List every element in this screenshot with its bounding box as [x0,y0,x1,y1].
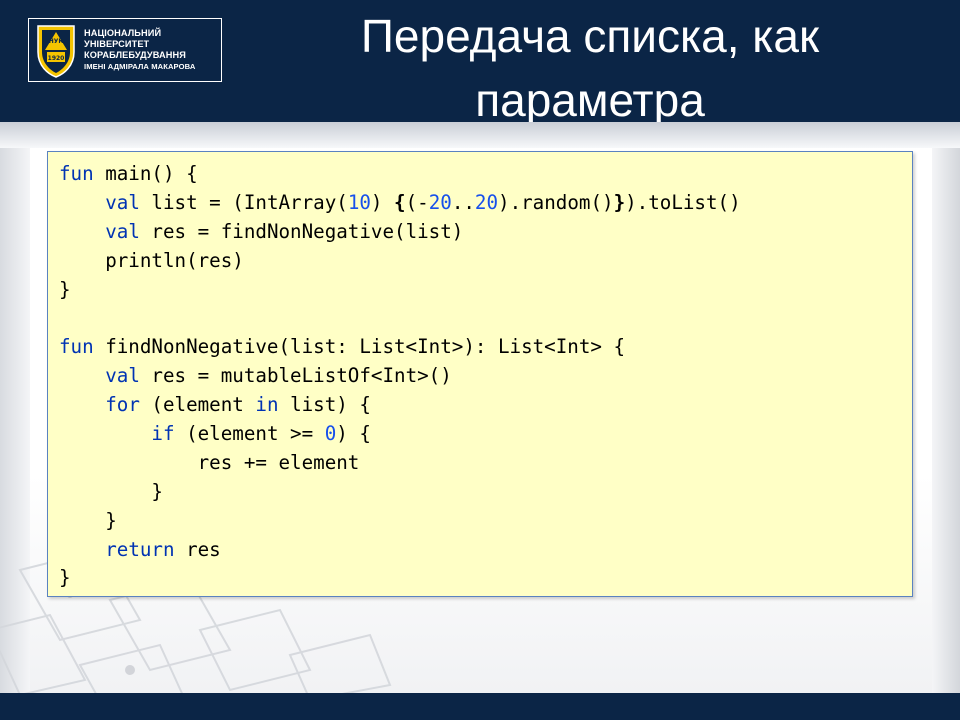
code-number: 10 [347,190,371,214]
slide-title-line-1: Передача списка, как [360,10,820,62]
code-token: (element [139,393,256,417]
code-line: for (element in list) { [59,391,741,420]
emblem-year: 1920 [48,55,65,62]
code-number: 20 [428,190,452,214]
kotlin-code: fun main() { val list = (IntArray(10) {(… [59,160,741,593]
code-token: } [59,479,163,503]
code-token: } [59,277,71,301]
code-line: val res = findNonNegative(list) [59,218,741,247]
code-token: (element >= [174,422,325,446]
code-line: val list = (IntArray(10) {(-20..20).rand… [59,189,741,218]
code-line: return res [59,536,741,565]
code-token: ) [370,190,395,214]
code-token: res = findNonNegative(list) [139,219,464,243]
code-number: 20 [474,190,499,214]
header-shadow [0,122,960,148]
code-line: } [59,564,741,593]
code-token: list) { [278,393,371,417]
code-keyword: val [105,190,140,214]
code-token: list = (IntArray( [139,190,348,214]
code-token: { [394,190,406,214]
right-side-decoration [932,148,960,693]
logo-text: НАЦІОНАЛЬНИЙ УНІВЕРСИТЕТ КОРАБЛЕБУДУВАНН… [84,28,195,72]
code-token: } [59,508,117,532]
logo-line-2: УНІВЕРСИТЕТ [84,39,150,49]
university-emblem-icon: НУК 1920 [37,25,75,78]
code-line: } [59,478,741,507]
code-token: } [613,190,626,214]
code-token: println(res) [59,248,244,272]
code-token: ).toList() [625,190,741,214]
logo-line-3: КОРАБЛЕБУДУВАННЯ [84,50,186,60]
slide-title: Передача списка, как параметра [240,4,940,132]
code-keyword: in [255,393,279,417]
code-number: 0 [324,422,337,446]
code-token: findNonNegative(list: List<Int>): List<I… [93,335,626,359]
code-keyword: if [151,422,175,446]
code-token: res += element [59,450,360,474]
code-line: if (element >= 0) { [59,420,741,449]
code-token: .. [451,190,475,214]
logo-line-4: ІМЕНІ АДМІРАЛА МАКАРОВА [84,62,196,71]
code-keyword: for [105,393,140,417]
university-logo: НУК 1920 НАЦІОНАЛЬНИЙ УНІВЕРСИТЕТ КОРАБЛ… [28,18,222,82]
code-line: val res = mutableListOf<Int>() [59,362,741,391]
code-line: res += element [59,449,741,478]
code-keyword: fun [59,162,94,185]
code-token: res = mutableListOf<Int>() [139,364,452,388]
code-token: ) { [336,422,371,446]
code-line: fun main() { [59,160,741,189]
code-line: println(res) [59,247,741,276]
slide-footer [0,693,960,720]
code-keyword: val [105,364,140,388]
slide-header: НУК 1920 НАЦІОНАЛЬНИЙ УНІВЕРСИТЕТ КОРАБЛ… [0,0,960,126]
code-block: fun main() { val list = (IntArray(10) {(… [47,151,913,597]
emblem-text: НУК [49,38,64,45]
code-keyword: fun [59,335,94,359]
code-token: ).random() [498,190,614,214]
code-line: } [59,276,741,305]
code-keyword: return [105,537,175,561]
code-line: } [59,507,741,536]
code-line: fun findNonNegative(list: List<Int>): Li… [59,333,741,362]
code-token: res [174,537,221,561]
code-token: (- [405,190,429,214]
code-keyword: val [105,219,140,243]
code-token: main() { [93,162,198,185]
logo-line-1: НАЦІОНАЛЬНИЙ [84,28,162,38]
code-token: } [59,566,71,590]
